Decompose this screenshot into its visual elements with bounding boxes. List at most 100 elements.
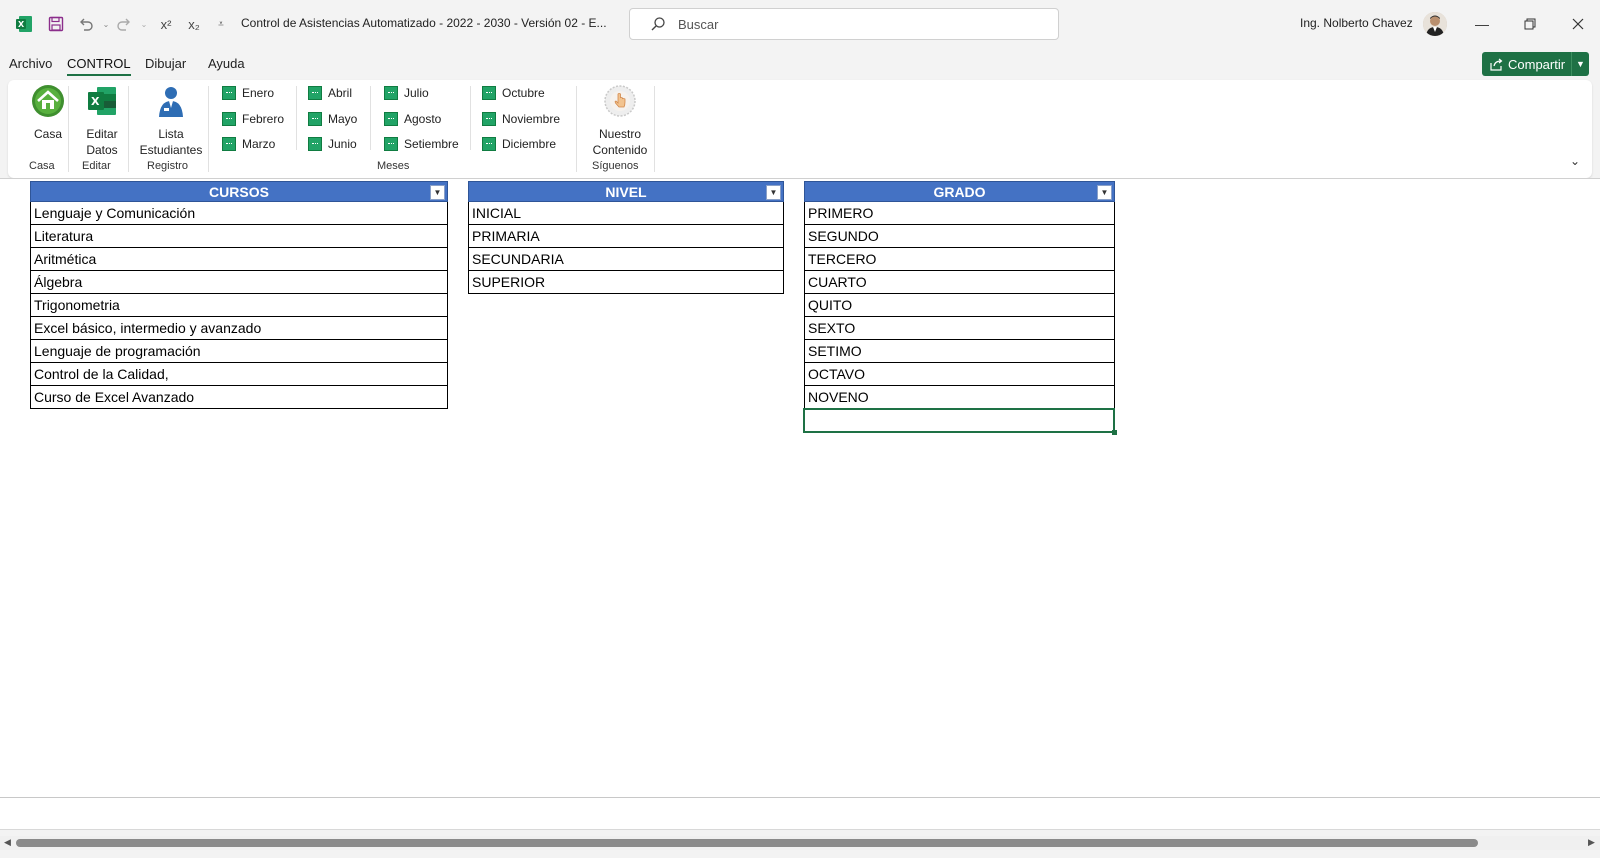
- excel-file-icon: X: [88, 87, 116, 115]
- redo-dropdown-icon[interactable]: ⌄: [134, 14, 154, 34]
- month-column-separator: [296, 86, 297, 150]
- month-marzo-button[interactable]: Marzo: [222, 137, 275, 151]
- table-row[interactable]: Aritmética: [30, 248, 448, 271]
- lista-estudiantes-label-1: Lista: [158, 127, 184, 141]
- table-row[interactable]: SEGUNDO: [804, 225, 1115, 248]
- table-row[interactable]: OCTAVO: [804, 363, 1115, 386]
- table-row[interactable]: Control de la Calidad,: [30, 363, 448, 386]
- share-label: Compartir: [1508, 56, 1566, 72]
- month-sheet-icon: [384, 112, 398, 126]
- month-julio-button[interactable]: Julio: [384, 86, 429, 100]
- table-row[interactable]: TERCERO: [804, 248, 1115, 271]
- undo-dropdown-icon[interactable]: ⌄: [96, 14, 116, 34]
- worksheet[interactable]: CURSOS ▼ Lenguaje y Comunicación Literatu…: [0, 178, 1600, 798]
- table-row[interactable]: Curso de Excel Avanzado: [30, 386, 448, 409]
- share-button[interactable]: Compartir ▼: [1482, 52, 1589, 76]
- cursos-header[interactable]: CURSOS ▼: [30, 181, 448, 202]
- group-label-casa: Casa: [29, 160, 55, 172]
- minimize-icon[interactable]: —: [1470, 12, 1494, 36]
- month-sheet-icon: [482, 137, 496, 151]
- tab-archivo[interactable]: Archivo: [9, 56, 52, 71]
- nuestro-contenido-label-2: Contenido: [592, 143, 648, 157]
- redo-icon[interactable]: [114, 14, 134, 34]
- table-row[interactable]: Lenguaje y Comunicación: [30, 202, 448, 225]
- nivel-header[interactable]: NIVEL ▼: [468, 181, 784, 202]
- table-row[interactable]: Trigonometria: [30, 294, 448, 317]
- close-icon[interactable]: [1566, 12, 1590, 36]
- table-row[interactable]: SUPERIOR: [468, 271, 784, 294]
- horizontal-scrollbar[interactable]: ◀ ▶: [0, 836, 1600, 850]
- table-row[interactable]: SECUNDARIA: [468, 248, 784, 271]
- month-mayo-button[interactable]: Mayo: [308, 112, 357, 126]
- table-row[interactable]: SETIMO: [804, 340, 1115, 363]
- month-sheet-icon: [384, 137, 398, 151]
- month-sheet-icon: [384, 86, 398, 100]
- table-row[interactable]: NOVENO: [804, 386, 1115, 409]
- group-separator: [208, 86, 209, 172]
- editar-datos-label-1: Editar: [86, 127, 118, 141]
- month-febrero-button[interactable]: Febrero: [222, 112, 284, 126]
- save-icon[interactable]: [46, 14, 66, 34]
- editar-datos-button[interactable]: X Editar Datos: [74, 84, 130, 158]
- superscript-icon[interactable]: x²: [156, 14, 176, 34]
- month-sheet-icon: [308, 86, 322, 100]
- tab-control[interactable]: CONTROL: [67, 56, 131, 76]
- month-noviembre-button[interactable]: Noviembre: [482, 112, 560, 126]
- table-row[interactable]: Literatura: [30, 225, 448, 248]
- filter-dropdown-icon[interactable]: ▼: [430, 185, 445, 200]
- table-row[interactable]: PRIMARIA: [468, 225, 784, 248]
- editar-datos-label-2: Datos: [86, 143, 118, 157]
- month-sheet-icon: [222, 86, 236, 100]
- subscript-icon[interactable]: x₂: [184, 14, 204, 34]
- restore-icon[interactable]: [1518, 12, 1542, 36]
- customize-quick-access-icon[interactable]: ⩡: [211, 14, 231, 34]
- selected-cell[interactable]: [803, 408, 1117, 435]
- scroll-left-icon[interactable]: ◀: [4, 837, 11, 848]
- group-separator: [128, 86, 129, 172]
- filter-dropdown-icon[interactable]: ▼: [766, 185, 781, 200]
- avatar[interactable]: [1423, 12, 1447, 36]
- window-title: Control de Asistencias Automatizado - 20…: [241, 16, 607, 30]
- home-icon: [32, 85, 64, 117]
- group-separator: [68, 86, 69, 172]
- month-abril-button[interactable]: Abril: [308, 86, 352, 100]
- search-box[interactable]: Buscar: [629, 8, 1059, 40]
- collapse-ribbon-icon[interactable]: ⌄: [1570, 154, 1580, 168]
- user-name[interactable]: Ing. Nolberto Chavez: [1300, 16, 1413, 30]
- table-row[interactable]: Lenguaje de programación: [30, 340, 448, 363]
- filter-dropdown-icon[interactable]: ▼: [1097, 185, 1112, 200]
- table-row[interactable]: SEXTO: [804, 317, 1115, 340]
- sheet-bottom-area: [0, 798, 1600, 830]
- month-sheet-icon: [482, 86, 496, 100]
- table-row[interactable]: Álgebra: [30, 271, 448, 294]
- grado-header[interactable]: GRADO ▼: [804, 181, 1115, 202]
- tab-dibujar[interactable]: Dibujar: [145, 56, 186, 71]
- table-row[interactable]: Excel básico, intermedio y avanzado: [30, 317, 448, 340]
- month-setiembre-button[interactable]: Setiembre: [384, 137, 459, 151]
- month-column-separator: [370, 86, 371, 150]
- month-sheet-icon: [308, 137, 322, 151]
- month-octubre-button[interactable]: Octubre: [482, 86, 545, 100]
- group-label-registro: Registro: [147, 160, 188, 172]
- svg-text:X: X: [91, 95, 100, 108]
- lista-estudiantes-button[interactable]: Lista Estudiantes: [134, 84, 208, 158]
- month-junio-button[interactable]: Junio: [308, 137, 357, 151]
- scroll-right-icon[interactable]: ▶: [1588, 837, 1595, 848]
- month-diciembre-button[interactable]: Diciembre: [482, 137, 556, 151]
- share-dropdown-icon[interactable]: ▼: [1571, 52, 1589, 76]
- scrollbar-thumb[interactable]: [16, 839, 1478, 847]
- nuestro-contenido-button[interactable]: Nuestro Contenido: [584, 84, 656, 158]
- undo-icon[interactable]: [76, 14, 96, 34]
- month-agosto-button[interactable]: Agosto: [384, 112, 441, 126]
- nuestro-contenido-label-1: Nuestro: [598, 127, 642, 141]
- table-row[interactable]: QUITO: [804, 294, 1115, 317]
- month-enero-button[interactable]: Enero: [222, 86, 274, 100]
- table-row[interactable]: CUARTO: [804, 271, 1115, 294]
- student-icon: [159, 87, 183, 117]
- title-bar: X ⌄ ⌄ x² x₂ ⩡ Control de Asistencias Aut…: [0, 0, 1600, 48]
- table-row[interactable]: PRIMERO: [804, 202, 1115, 225]
- ribbon: Casa Casa X Editar Datos Editar Lista Es…: [8, 80, 1592, 178]
- search-placeholder: Buscar: [678, 17, 719, 32]
- tab-ayuda[interactable]: Ayuda: [208, 56, 245, 71]
- table-row[interactable]: INICIAL: [468, 202, 784, 225]
